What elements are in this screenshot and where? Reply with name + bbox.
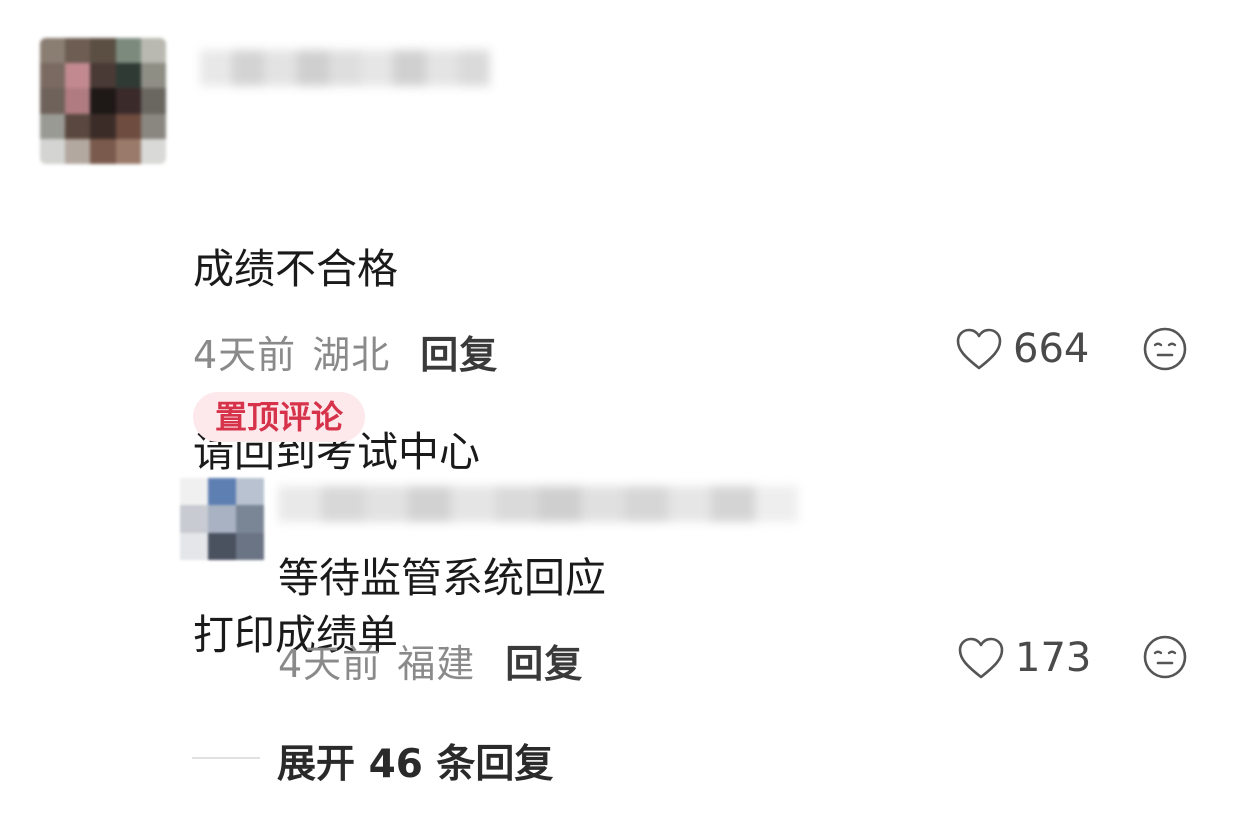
expressionless-face-icon (1143, 327, 1187, 371)
reply-like-button[interactable]: 173 (957, 635, 1091, 681)
like-count: 664 (1013, 326, 1090, 372)
dislike-button[interactable] (1142, 326, 1188, 376)
reply-time: 4天前 (278, 642, 382, 686)
reply-username[interactable] (278, 486, 798, 522)
comment-meta: 4天前 湖北 回复 (193, 324, 498, 379)
reply-meta: 4天前 福建 回复 (278, 633, 583, 688)
reply-reply-button[interactable]: 回复 (505, 633, 583, 688)
reply-avatar[interactable] (180, 478, 264, 560)
reply-text: 等待监管系统回应 (278, 554, 606, 602)
expressionless-face-icon (1143, 635, 1187, 679)
expand-replies-button[interactable]: 展开 46 条回复 (277, 733, 553, 789)
heart-outline-icon (956, 328, 1002, 370)
reply-like-count: 173 (1015, 635, 1092, 681)
expand-divider (192, 757, 260, 759)
reply-button[interactable]: 回复 (420, 324, 498, 379)
username[interactable] (200, 50, 490, 86)
pinned-badge: 置顶评论 (193, 392, 366, 442)
heart-outline-icon (958, 637, 1004, 679)
avatar[interactable] (40, 38, 166, 164)
reply-dislike-button[interactable] (1142, 634, 1188, 684)
like-button[interactable]: 664 (955, 326, 1089, 372)
comment-line: 成绩不合格 (193, 245, 398, 293)
reply-location: 福建 (397, 642, 476, 686)
comment-time: 4天前 (193, 333, 297, 377)
comment-location: 湖北 (312, 333, 391, 377)
